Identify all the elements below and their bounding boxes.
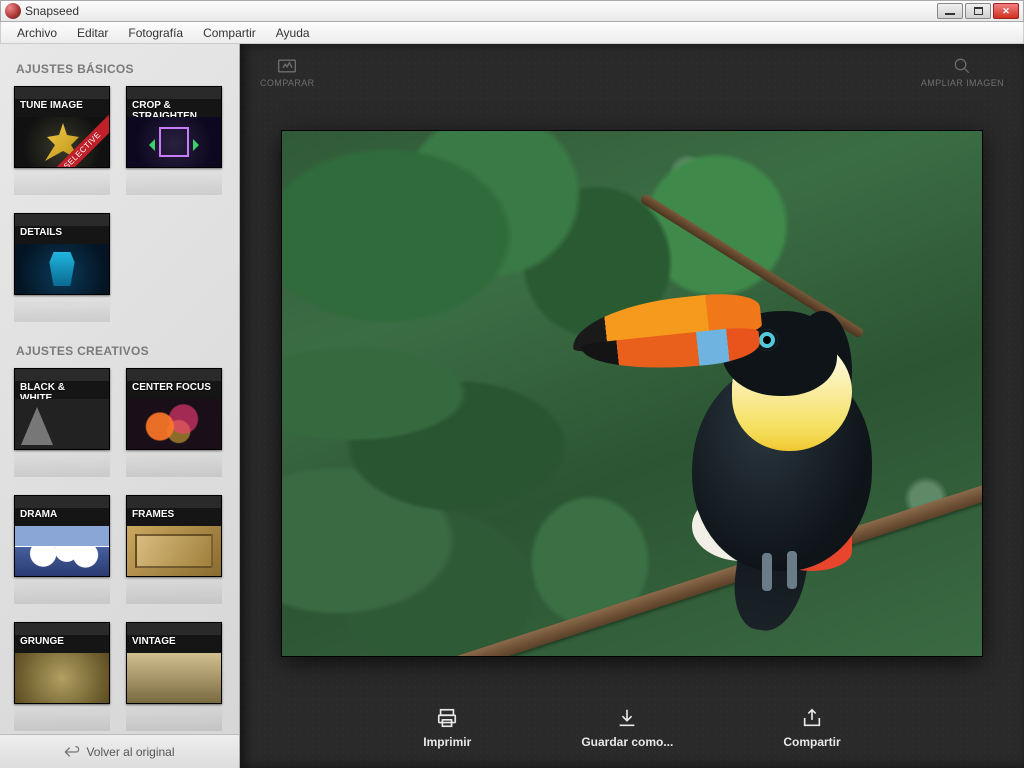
- tool-creative-4[interactable]: GRUNGE: [14, 622, 110, 731]
- canvas-top-tools: COMPARAR AMPLIAR IMAGEN: [240, 44, 1024, 96]
- share-label: Compartir: [783, 735, 840, 749]
- main-canvas-area: COMPARAR AMPLIAR IMAGEN: [240, 44, 1024, 768]
- app-icon: [5, 3, 21, 19]
- menubar: Archivo Editar Fotografía Compartir Ayud…: [0, 22, 1024, 44]
- zoom-label: AMPLIAR IMAGEN: [921, 78, 1004, 88]
- revert-button[interactable]: Volver al original: [0, 734, 239, 768]
- save-as-label: Guardar como...: [581, 735, 673, 749]
- save-as-button[interactable]: Guardar como...: [581, 707, 673, 749]
- tool-label: GRUNGE: [20, 637, 99, 648]
- tool-basic-2[interactable]: DETAILS: [14, 213, 110, 322]
- tool-basic-0[interactable]: TUNE IMAGESELECTIVE: [14, 86, 110, 195]
- window-title: Snapseed: [25, 4, 937, 18]
- section-basic-title: AJUSTES BÁSICOS: [16, 62, 229, 76]
- compare-icon: [277, 57, 297, 75]
- tool-label: DETAILS: [20, 228, 99, 239]
- compare-button[interactable]: COMPARAR: [260, 57, 315, 88]
- tool-creative-0[interactable]: BLACK & WHITE: [14, 368, 110, 477]
- minimize-button[interactable]: [937, 3, 963, 19]
- menu-archivo[interactable]: Archivo: [7, 24, 67, 42]
- tool-label: VINTAGE: [132, 637, 211, 648]
- tool-label: DRAMA: [20, 510, 99, 521]
- image-canvas[interactable]: [282, 131, 982, 656]
- creative-tools-grid: BLACK & WHITE CENTER FOCUS DRAMA FRAMES GRUN…: [14, 368, 229, 731]
- menu-ayuda[interactable]: Ayuda: [266, 24, 320, 42]
- compare-label: COMPARAR: [260, 78, 315, 88]
- basic-tools-grid: TUNE IMAGESELECTIVECROP & STRAIGHTEN DETA…: [14, 86, 229, 322]
- tool-basic-1[interactable]: CROP & STRAIGHTEN: [126, 86, 222, 195]
- share-icon: [800, 707, 824, 729]
- window-titlebar: Snapseed: [0, 0, 1024, 22]
- section-creative-title: AJUSTES CREATIVOS: [16, 344, 229, 358]
- window-controls: [937, 3, 1019, 19]
- revert-label: Volver al original: [86, 745, 174, 759]
- tool-label: FRAMES: [132, 510, 211, 521]
- close-button[interactable]: [993, 3, 1019, 19]
- undo-arrow-icon: [64, 746, 80, 758]
- bottom-actions: Imprimir Guardar como... Compartir: [240, 694, 1024, 768]
- menu-fotografia[interactable]: Fotografía: [118, 24, 193, 42]
- tools-sidebar: AJUSTES BÁSICOS TUNE IMAGESELECTIVECROP …: [0, 44, 240, 768]
- canvas-wrap: [240, 96, 1024, 694]
- maximize-button[interactable]: [965, 3, 991, 19]
- tool-creative-1[interactable]: CENTER FOCUS: [126, 368, 222, 477]
- print-label: Imprimir: [423, 735, 471, 749]
- menu-compartir[interactable]: Compartir: [193, 24, 266, 42]
- photo-content: [282, 131, 982, 656]
- magnifier-icon: [952, 57, 972, 75]
- print-button[interactable]: Imprimir: [423, 707, 471, 749]
- zoom-button[interactable]: AMPLIAR IMAGEN: [921, 57, 1004, 88]
- tool-label: TUNE IMAGE: [20, 101, 99, 112]
- tool-creative-3[interactable]: FRAMES: [126, 495, 222, 604]
- tool-label: CENTER FOCUS: [132, 383, 211, 394]
- menu-editar[interactable]: Editar: [67, 24, 118, 42]
- download-icon: [615, 707, 639, 729]
- tool-creative-2[interactable]: DRAMA: [14, 495, 110, 604]
- share-button[interactable]: Compartir: [783, 707, 840, 749]
- tool-creative-5[interactable]: VINTAGE: [126, 622, 222, 731]
- printer-icon: [435, 707, 459, 729]
